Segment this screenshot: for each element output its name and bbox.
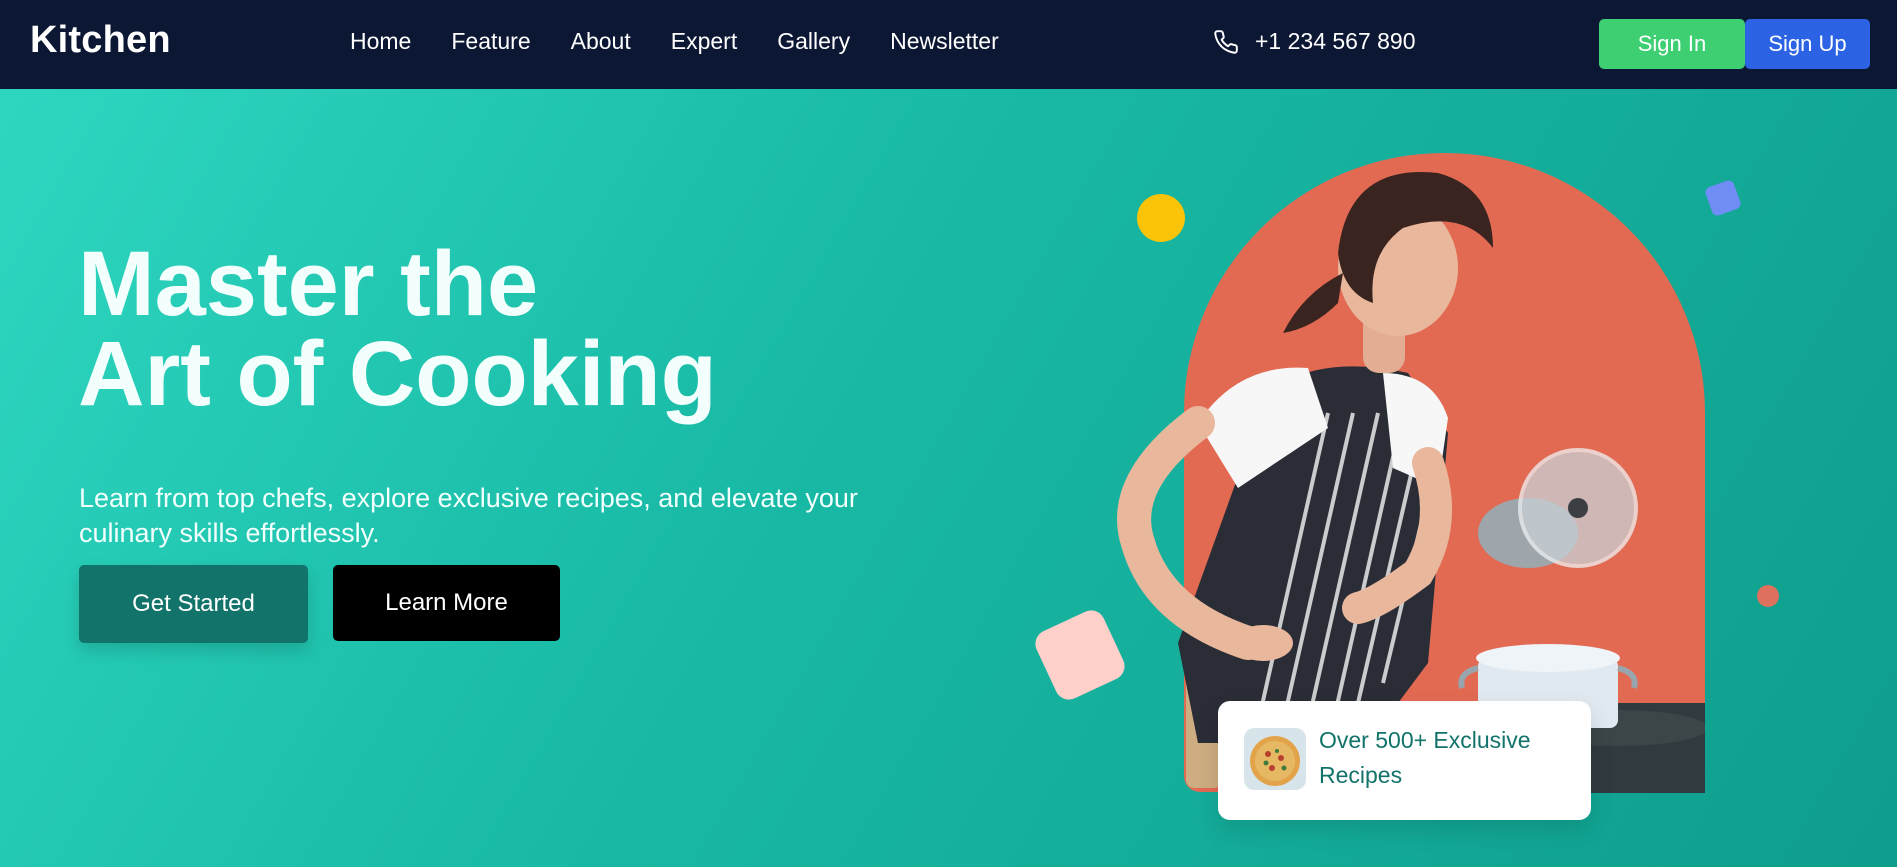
pizza-thumbnail — [1244, 728, 1306, 790]
site-logo[interactable]: Kitchen — [30, 19, 171, 62]
nav-link-newsletter[interactable]: Newsletter — [890, 28, 999, 55]
hero-section: Master the Art of Cooking Learn from top… — [0, 89, 1897, 867]
decorative-coral-dot — [1757, 585, 1779, 607]
nav-link-expert[interactable]: Expert — [671, 28, 737, 55]
hero-title-line-1: Master the — [78, 233, 539, 335]
hero-title: Master the Art of Cooking — [78, 238, 717, 420]
nav-link-about[interactable]: About — [571, 28, 631, 55]
sign-in-button[interactable]: Sign In — [1599, 19, 1745, 69]
nav-link-feature[interactable]: Feature — [451, 28, 530, 55]
recipes-highlight-card: Over 500+ Exclusive Recipes — [1218, 701, 1591, 820]
get-started-button[interactable]: Get Started — [79, 565, 308, 643]
recipes-highlight-text: Over 500+ Exclusive Recipes — [1319, 727, 1531, 788]
hero-title-line-2: Art of Cooking — [78, 323, 717, 425]
phone-number: +1 234 567 890 — [1255, 28, 1416, 54]
main-nav: Home Feature About Expert Gallery Newsle… — [350, 28, 999, 55]
sign-up-button[interactable]: Sign Up — [1745, 19, 1870, 69]
chef-cooking-image — [1117, 172, 1705, 793]
nav-link-home[interactable]: Home — [350, 28, 411, 55]
nav-link-gallery[interactable]: Gallery — [777, 28, 850, 55]
top-navbar: Kitchen Home Feature About Expert Galler… — [0, 0, 1897, 89]
learn-more-button[interactable]: Learn More — [333, 565, 560, 641]
hero-subtitle: Learn from top chefs, explore exclusive … — [79, 483, 858, 548]
phone-contact[interactable]: +1 234 567 890 — [1213, 28, 1416, 55]
decorative-blue-square — [1703, 178, 1743, 218]
phone-icon — [1214, 29, 1238, 54]
